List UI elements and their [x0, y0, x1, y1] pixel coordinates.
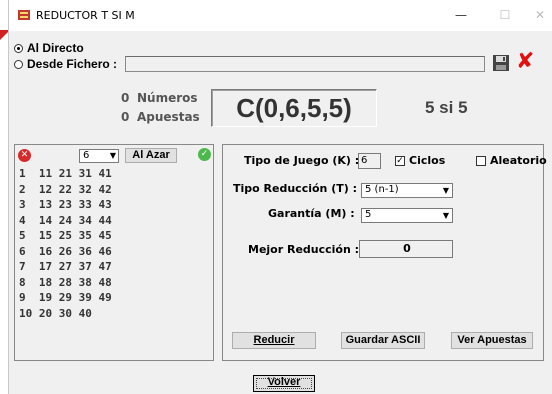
number-row[interactable]: 7 17 27 37 47	[19, 259, 112, 275]
number-row[interactable]: 5 15 25 35 45	[19, 228, 112, 244]
guardar-ascii-button[interactable]: Guardar ASCII	[341, 332, 425, 349]
number-row[interactable]: 4 14 24 34 44	[19, 213, 112, 229]
aleatorio-checkbox[interactable]: Aleatorio	[476, 154, 547, 167]
minimize-button[interactable]: —	[450, 5, 472, 25]
mejor-reduccion-label: Mejor Reducción :	[248, 243, 360, 256]
number-row[interactable]: 1 11 21 31 41	[19, 166, 112, 182]
maximize-button[interactable]: ☐	[494, 5, 516, 25]
mejor-reduccion-field: 0	[359, 240, 453, 258]
apuestas-count: 0	[121, 110, 130, 124]
radio-label-desde-fichero: Desde Fichero :	[27, 57, 118, 71]
ver-apuestas-button[interactable]: Ver Apuestas	[451, 332, 533, 349]
tipo-reduccion-value: 5 (n-1)	[365, 184, 399, 195]
combination-display: C(0,6,5,5)	[211, 89, 377, 127]
reducir-label: Reducir	[253, 334, 295, 346]
numeros-label: Números	[137, 91, 198, 105]
count-select[interactable]: 6 ▼	[79, 149, 119, 163]
radio-desde-fichero[interactable]: Desde Fichero :	[14, 57, 117, 71]
confirm-check-icon[interactable]: ✓	[198, 148, 211, 161]
ciclos-label: Ciclos	[409, 154, 446, 167]
close-button[interactable]: ✕	[529, 5, 551, 25]
number-list: 1 11 21 31 41 2 12 22 32 42 3 13 23 33 4…	[19, 166, 112, 321]
number-row[interactable]: 8 18 28 38 48	[19, 275, 112, 291]
ratio-display: 5 si 5	[425, 98, 468, 117]
al-azar-button[interactable]: Al Azar	[125, 148, 177, 163]
garantia-label: Garantía (M) :	[268, 207, 355, 220]
tipo-juego-label: Tipo de Juego (K) :	[244, 154, 360, 167]
number-row[interactable]: 9 19 29 39 49	[19, 290, 112, 306]
title-bar: REDUCTOR T SI M — ☐ ✕	[9, 0, 552, 31]
tipo-reduccion-select[interactable]: 5 (n-1) ▼	[361, 183, 453, 198]
app-icon	[18, 10, 30, 20]
ciclos-check-icon[interactable]: ✓	[395, 155, 405, 166]
number-row[interactable]: 10 20 30 40	[19, 306, 112, 322]
window-title: REDUCTOR T SI M	[36, 9, 135, 22]
chevron-down-icon: ▼	[442, 186, 449, 195]
reducir-button[interactable]: Reducir	[232, 332, 316, 349]
volver-button[interactable]: Volver	[253, 375, 315, 392]
file-path-input[interactable]	[125, 56, 485, 72]
tipo-reduccion-label: Tipo Reducción (T) :	[233, 182, 357, 195]
number-row[interactable]: 3 13 23 33 43	[19, 197, 112, 213]
radio-dot-selected[interactable]	[14, 43, 23, 53]
ciclos-checkbox[interactable]: ✓ Ciclos	[395, 154, 445, 167]
radio-label-al-directo: Al Directo	[27, 41, 84, 55]
garantia-select[interactable]: 5 ▼	[361, 208, 453, 223]
numbers-panel: ✕ 6 ▼ Al Azar ✓ 1 11 21 31 41 2 12 22 32…	[14, 144, 214, 361]
volver-label: Volver	[267, 376, 301, 388]
delete-x-icon[interactable]: ✘	[516, 51, 534, 73]
number-row[interactable]: 2 12 22 32 42	[19, 182, 112, 198]
numeros-count: 0	[121, 91, 130, 105]
apuestas-label: Apuestas	[137, 110, 200, 124]
count-select-value: 6	[83, 150, 90, 161]
aleatorio-box[interactable]	[476, 155, 486, 166]
chevron-down-icon: ▼	[109, 151, 116, 160]
aleatorio-label: Aleatorio	[490, 154, 547, 167]
number-row[interactable]: 6 16 26 36 46	[19, 244, 112, 260]
settings-panel: Tipo de Juego (K) : 6 ✓ Ciclos Aleatorio…	[222, 144, 547, 361]
radio-dot[interactable]	[14, 59, 23, 69]
clear-numbers-icon[interactable]: ✕	[18, 149, 31, 162]
floppy-disk-icon[interactable]	[492, 54, 510, 72]
chevron-down-icon: ▼	[442, 211, 449, 220]
tipo-juego-field[interactable]: 6	[358, 153, 381, 169]
garantia-value: 5	[365, 209, 372, 220]
radio-al-directo[interactable]: Al Directo	[14, 41, 84, 55]
